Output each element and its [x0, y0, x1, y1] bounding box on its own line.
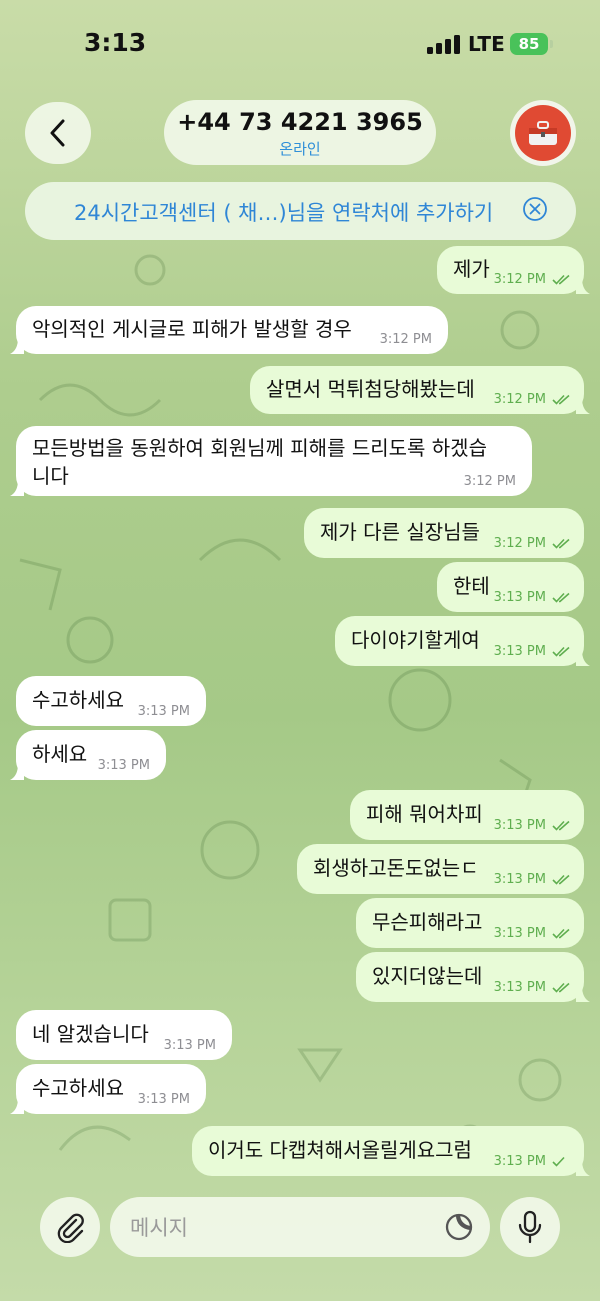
- read-check-icon: [552, 646, 570, 657]
- message-time: 3:12 PM: [493, 536, 546, 551]
- message-text: 있지더않는데: [372, 963, 483, 988]
- message-time: 3:12 PM: [379, 332, 432, 347]
- avatar-image: [515, 105, 571, 161]
- message-text: 수고하세요: [32, 687, 124, 712]
- message-text: 피해 뭐어차피: [366, 801, 483, 826]
- battery-tip: [550, 40, 553, 48]
- back-button[interactable]: [25, 102, 91, 164]
- read-check-icon: [552, 394, 570, 405]
- chat-title-area[interactable]: +44 73 4221 3965 온라인: [164, 100, 436, 165]
- chevron-left-icon: [50, 119, 65, 147]
- message-time: 3:13 PM: [493, 1154, 546, 1169]
- message-text: 악의적인 게시글로 피해가 발생할 경우: [32, 316, 352, 341]
- avatar[interactable]: [510, 100, 576, 166]
- battery-icon: 85: [510, 33, 548, 55]
- bubble-tail: [576, 986, 590, 1002]
- status-bar: 3:13 LTE 85: [0, 0, 600, 88]
- message-time: 3:13 PM: [493, 872, 546, 887]
- message-time: 3:13 PM: [493, 644, 546, 659]
- message-time: 3:12 PM: [463, 474, 516, 489]
- signal-icon: [427, 35, 461, 54]
- outgoing-message[interactable]: 한테 3:13 PM: [437, 562, 584, 612]
- bubble-tail: [576, 278, 590, 294]
- incoming-message[interactable]: 하세요 3:13 PM: [16, 730, 166, 780]
- message-text: 제가 다른 실장님들: [320, 519, 480, 544]
- message-text: 이거도 다캡쳐해서올릴게요그럼: [208, 1137, 472, 1162]
- sent-check-icon: [552, 1156, 565, 1167]
- message-time: 3:13 PM: [137, 704, 190, 719]
- add-contact-banner[interactable]: 24시간고객센터 ( 채…)님을 연락처에 추가하기: [25, 182, 576, 240]
- bubble-tail: [576, 398, 590, 414]
- message-text: 한테: [453, 573, 490, 598]
- outgoing-message[interactable]: 있지더않는데 3:13 PM: [356, 952, 584, 1002]
- outgoing-message[interactable]: 제가 3:12 PM: [437, 246, 584, 294]
- battery-level: 85: [518, 35, 540, 53]
- toolbox-icon: [529, 121, 557, 145]
- message-time: 3:13 PM: [493, 590, 546, 605]
- status-time: 3:13: [84, 28, 147, 57]
- add-contact-text[interactable]: 24시간고객센터 ( 채…)님을 연락처에 추가하기: [74, 197, 493, 227]
- outgoing-message[interactable]: 회생하고돈도없는ㄷ 3:13 PM: [297, 844, 584, 894]
- incoming-message[interactable]: 수고하세요 3:13 PM: [16, 1064, 206, 1114]
- incoming-message[interactable]: 수고하세요 3:13 PM: [16, 676, 206, 726]
- read-check-icon: [552, 274, 570, 285]
- read-check-icon: [552, 982, 570, 993]
- outgoing-message[interactable]: 피해 뭐어차피 3:13 PM: [350, 790, 584, 840]
- message-time: 3:13 PM: [493, 926, 546, 941]
- incoming-message[interactable]: 악의적인 게시글로 피해가 발생할 경우 3:12 PM: [16, 306, 448, 354]
- message-text: 살면서 먹튀첨당해봤는데: [266, 376, 475, 401]
- read-check-icon: [552, 820, 570, 831]
- outgoing-message[interactable]: 무슨피해라고 3:13 PM: [356, 898, 584, 948]
- message-time: 3:13 PM: [493, 980, 546, 995]
- message-text: 니다: [32, 464, 69, 488]
- message-time: 3:12 PM: [493, 272, 546, 287]
- message-text: 수고하세요: [32, 1075, 124, 1100]
- bubble-tail: [576, 1160, 590, 1176]
- bubble-tail: [10, 764, 24, 780]
- message-time: 3:13 PM: [163, 1038, 216, 1053]
- outgoing-message[interactable]: 살면서 먹튀첨당해봤는데 3:12 PM: [250, 366, 584, 414]
- outgoing-message[interactable]: 제가 다른 실장님들 3:12 PM: [304, 508, 584, 558]
- message-text: 회생하고돈도없는ㄷ: [313, 855, 479, 880]
- microphone-icon: [518, 1210, 542, 1244]
- message-input[interactable]: [128, 1209, 432, 1247]
- read-check-icon: [552, 592, 570, 603]
- incoming-message[interactable]: 모든방법을 동원하여 회원님께 피해를 드리도록 하겠습니다 3:12 PM: [16, 426, 532, 496]
- message-text: 다이야기할게여: [351, 627, 480, 652]
- bubble-tail: [10, 480, 24, 496]
- message-text: 모든방법을 동원하여 회원님께 피해를 드리도록 하겠습: [32, 436, 487, 460]
- chat-title: +44 73 4221 3965: [177, 108, 423, 136]
- bubble-tail: [576, 650, 590, 666]
- message-text: 하세요: [32, 741, 88, 766]
- network-type: LTE: [468, 32, 505, 56]
- bubble-tail: [10, 338, 24, 354]
- read-check-icon: [552, 538, 570, 549]
- read-check-icon: [552, 928, 570, 939]
- incoming-message[interactable]: 네 알겠습니다 3:13 PM: [16, 1010, 232, 1060]
- microphone-button[interactable]: [500, 1197, 560, 1257]
- message-text: 네 알겠습니다: [32, 1021, 149, 1046]
- message-time: 3:13 PM: [97, 758, 150, 773]
- message-time: 3:13 PM: [137, 1092, 190, 1107]
- online-status: 온라인: [279, 140, 321, 158]
- message-time: 3:12 PM: [493, 392, 546, 407]
- message-composer[interactable]: [110, 1197, 490, 1257]
- read-check-icon: [552, 874, 570, 885]
- sticker-icon[interactable]: [444, 1212, 474, 1242]
- close-icon[interactable]: [523, 197, 547, 221]
- bubble-tail: [10, 1098, 24, 1114]
- attach-button[interactable]: [40, 1197, 100, 1257]
- outgoing-message[interactable]: 이거도 다캡쳐해서올릴게요그럼 3:13 PM: [192, 1126, 584, 1176]
- message-text: 무슨피해라고: [372, 909, 483, 934]
- outgoing-message[interactable]: 다이야기할게여 3:13 PM: [335, 616, 584, 666]
- message-text: 제가: [453, 256, 490, 281]
- paperclip-icon: [57, 1213, 84, 1243]
- message-time: 3:13 PM: [493, 818, 546, 833]
